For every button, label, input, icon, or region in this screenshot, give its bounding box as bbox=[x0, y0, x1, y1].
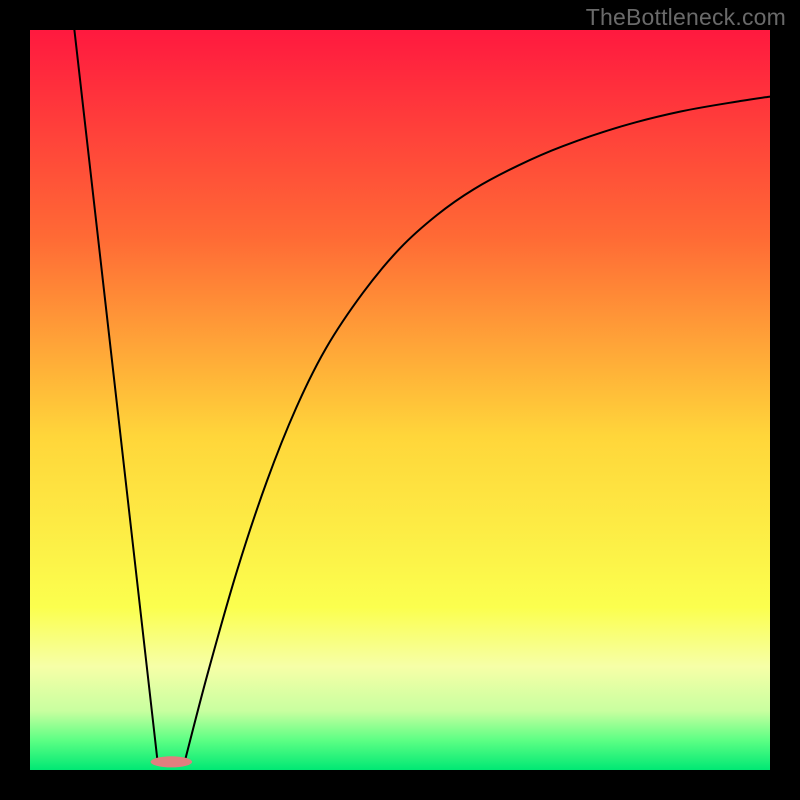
watermark-text: TheBottleneck.com bbox=[586, 4, 786, 31]
gradient-background bbox=[30, 30, 770, 770]
chart-svg bbox=[0, 0, 800, 800]
chart-stage: TheBottleneck.com bbox=[0, 0, 800, 800]
bottom-pill bbox=[151, 756, 192, 767]
